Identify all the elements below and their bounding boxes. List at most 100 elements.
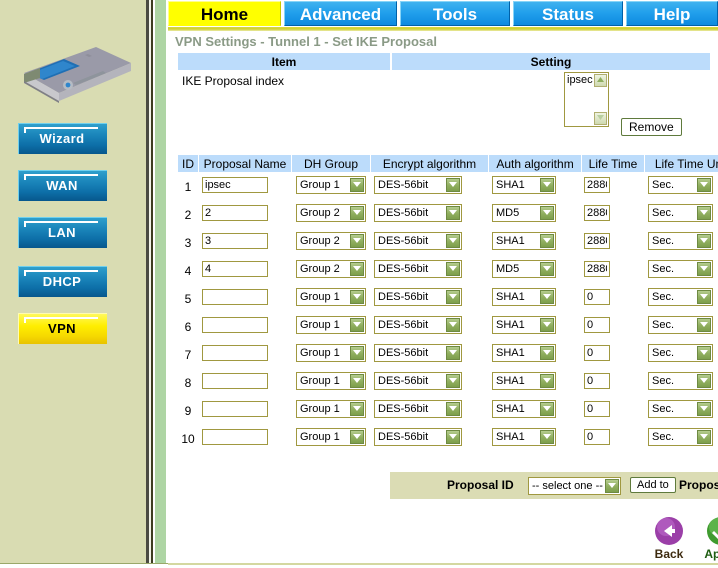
- chevron-down-icon[interactable]: [350, 318, 364, 332]
- life-time-unit-select[interactable]: Sec.: [648, 288, 713, 306]
- life-time-unit-select[interactable]: Sec.: [648, 428, 713, 446]
- encrypt-algorithm-select[interactable]: DES-56bit: [374, 288, 462, 306]
- chevron-down-icon[interactable]: [697, 234, 711, 248]
- chevron-down-icon[interactable]: [697, 206, 711, 220]
- auth-algorithm-select[interactable]: SHA1: [492, 344, 556, 362]
- tab-help[interactable]: Help: [626, 1, 718, 26]
- auth-algorithm-select[interactable]: SHA1: [492, 288, 556, 306]
- chevron-down-icon[interactable]: [605, 479, 619, 493]
- encrypt-algorithm-select[interactable]: DES-56bit: [374, 260, 462, 278]
- life-time-unit-select[interactable]: Sec.: [648, 232, 713, 250]
- chevron-down-icon[interactable]: [446, 262, 460, 276]
- dh-group-select[interactable]: Group 2: [296, 232, 366, 250]
- chevron-down-icon[interactable]: [540, 402, 554, 416]
- life-time-input[interactable]: [584, 289, 610, 305]
- dh-group-select[interactable]: Group 1: [296, 176, 366, 194]
- chevron-down-icon[interactable]: [540, 206, 554, 220]
- sidebar-item-dhcp[interactable]: DHCP: [18, 266, 110, 300]
- encrypt-algorithm-select[interactable]: DES-56bit: [374, 176, 462, 194]
- chevron-down-icon[interactable]: [446, 346, 460, 360]
- dh-group-select[interactable]: Group 1: [296, 372, 366, 390]
- chevron-down-icon[interactable]: [350, 234, 364, 248]
- proposal-name-input[interactable]: [202, 373, 268, 389]
- chevron-down-icon[interactable]: [697, 262, 711, 276]
- encrypt-algorithm-select[interactable]: DES-56bit: [374, 344, 462, 362]
- chevron-down-icon[interactable]: [350, 290, 364, 304]
- ike-proposal-index-listbox[interactable]: ipsec: [564, 72, 609, 127]
- chevron-down-icon[interactable]: [697, 318, 711, 332]
- chevron-down-icon[interactable]: [540, 178, 554, 192]
- dh-group-select[interactable]: Group 1: [296, 344, 366, 362]
- chevron-down-icon[interactable]: [446, 234, 460, 248]
- sidebar-item-wizard[interactable]: Wizard: [18, 123, 110, 157]
- auth-algorithm-select[interactable]: SHA1: [492, 372, 556, 390]
- life-time-unit-select[interactable]: Sec.: [648, 372, 713, 390]
- tab-tools[interactable]: Tools: [400, 1, 510, 26]
- chevron-down-icon[interactable]: [446, 206, 460, 220]
- tab-advanced[interactable]: Advanced: [284, 1, 397, 26]
- dh-group-select[interactable]: Group 2: [296, 260, 366, 278]
- dh-group-select[interactable]: Group 1: [296, 400, 366, 418]
- auth-algorithm-select[interactable]: SHA1: [492, 232, 556, 250]
- life-time-input[interactable]: [584, 401, 610, 417]
- chevron-down-icon[interactable]: [540, 234, 554, 248]
- auth-algorithm-select[interactable]: SHA1: [492, 428, 556, 446]
- chevron-down-icon[interactable]: [697, 346, 711, 360]
- life-time-unit-select[interactable]: Sec.: [648, 260, 713, 278]
- proposal-name-input[interactable]: [202, 345, 268, 361]
- life-time-input[interactable]: [584, 429, 610, 445]
- chevron-down-icon[interactable]: [697, 290, 711, 304]
- chevron-down-icon[interactable]: [446, 374, 460, 388]
- auth-algorithm-select[interactable]: MD5: [492, 204, 556, 222]
- dh-group-select[interactable]: Group 2: [296, 204, 366, 222]
- proposal-name-input[interactable]: [202, 205, 268, 221]
- life-time-input[interactable]: [584, 317, 610, 333]
- chevron-down-icon[interactable]: [350, 374, 364, 388]
- chevron-down-icon[interactable]: [540, 290, 554, 304]
- chevron-down-icon[interactable]: [350, 430, 364, 444]
- proposal-name-input[interactable]: [202, 177, 268, 193]
- auth-algorithm-select[interactable]: MD5: [492, 260, 556, 278]
- chevron-down-icon[interactable]: [540, 430, 554, 444]
- life-time-input[interactable]: [584, 261, 610, 277]
- chevron-down-icon[interactable]: [350, 206, 364, 220]
- life-time-unit-select[interactable]: Sec.: [648, 176, 713, 194]
- life-time-unit-select[interactable]: Sec.: [648, 204, 713, 222]
- chevron-down-icon[interactable]: [350, 262, 364, 276]
- encrypt-algorithm-select[interactable]: DES-56bit: [374, 400, 462, 418]
- encrypt-algorithm-select[interactable]: DES-56bit: [374, 428, 462, 446]
- chevron-down-icon[interactable]: [540, 346, 554, 360]
- proposal-name-input[interactable]: [202, 317, 268, 333]
- life-time-input[interactable]: [584, 373, 610, 389]
- dh-group-select[interactable]: Group 1: [296, 428, 366, 446]
- auth-algorithm-select[interactable]: SHA1: [492, 400, 556, 418]
- scroll-down-icon[interactable]: [594, 112, 607, 125]
- chevron-down-icon[interactable]: [697, 430, 711, 444]
- encrypt-algorithm-select[interactable]: DES-56bit: [374, 204, 462, 222]
- add-to-button[interactable]: Add to: [630, 477, 676, 493]
- chevron-down-icon[interactable]: [350, 346, 364, 360]
- chevron-down-icon[interactable]: [697, 178, 711, 192]
- scroll-up-icon[interactable]: [594, 74, 607, 87]
- sidebar-item-wan[interactable]: WAN: [18, 170, 110, 204]
- listbox-option[interactable]: ipsec: [567, 74, 593, 86]
- proposal-name-input[interactable]: [202, 401, 268, 417]
- encrypt-algorithm-select[interactable]: DES-56bit: [374, 316, 462, 334]
- tab-status[interactable]: Status: [513, 1, 623, 26]
- chevron-down-icon[interactable]: [540, 374, 554, 388]
- auth-algorithm-select[interactable]: SHA1: [492, 176, 556, 194]
- encrypt-algorithm-select[interactable]: DES-56bit: [374, 232, 462, 250]
- back-button[interactable]: Back: [643, 516, 695, 561]
- sidebar-item-vpn[interactable]: VPN: [18, 313, 110, 347]
- life-time-unit-select[interactable]: Sec.: [648, 316, 713, 334]
- proposal-name-input[interactable]: [202, 233, 268, 249]
- chevron-down-icon[interactable]: [446, 430, 460, 444]
- tab-home[interactable]: Home: [168, 1, 281, 26]
- apply-button[interactable]: Apply: [695, 516, 718, 561]
- proposal-name-input[interactable]: [202, 261, 268, 277]
- life-time-unit-select[interactable]: Sec.: [648, 400, 713, 418]
- life-time-input[interactable]: [584, 345, 610, 361]
- chevron-down-icon[interactable]: [446, 318, 460, 332]
- chevron-down-icon[interactable]: [697, 402, 711, 416]
- auth-algorithm-select[interactable]: SHA1: [492, 316, 556, 334]
